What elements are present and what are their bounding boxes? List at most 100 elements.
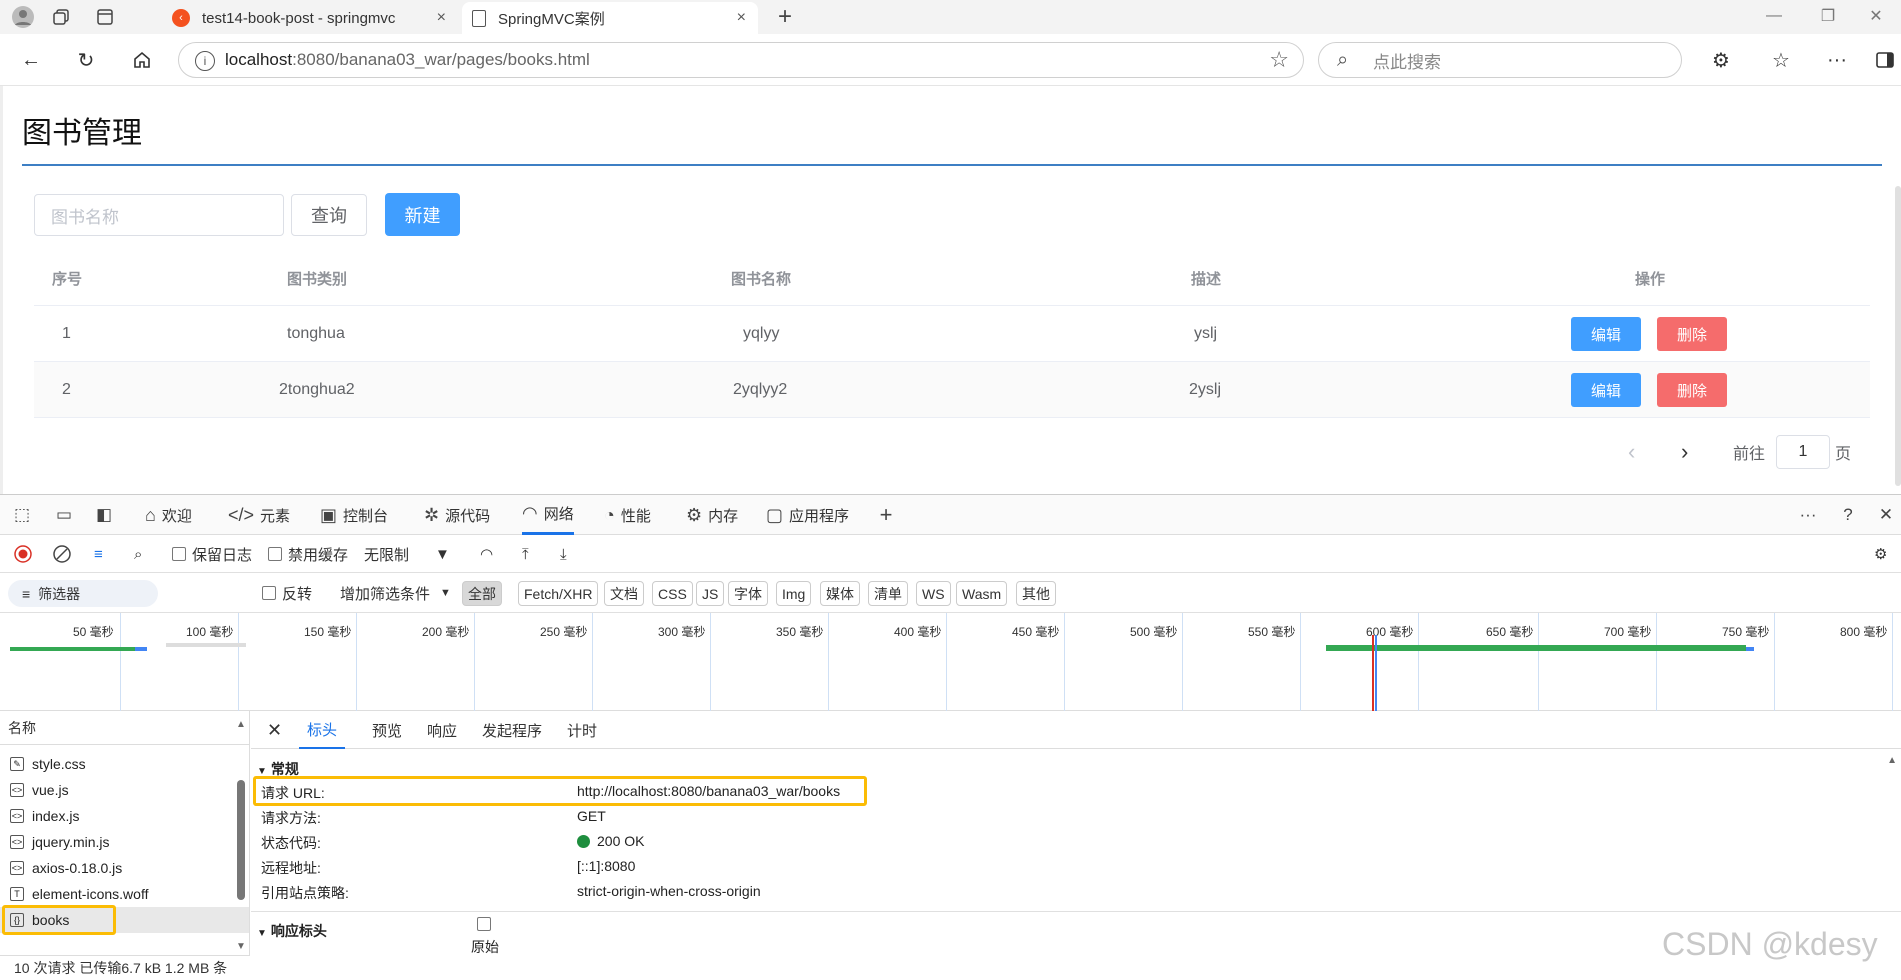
import-har-icon[interactable]: ⤒ — [522, 542, 529, 566]
filter-toggle-icon[interactable]: ≡ — [94, 542, 103, 566]
type-filter-other[interactable]: 其他 — [1016, 581, 1056, 606]
help-icon[interactable]: ? — [1836, 503, 1860, 527]
throttle-select[interactable]: 无限制 ▼ — [364, 542, 450, 566]
network-conditions-icon[interactable]: ◠ — [480, 542, 493, 566]
devtools-tab-welcome[interactable]: ⌂ 欢迎 — [145, 495, 192, 535]
page-number-input[interactable]: 1 — [1776, 435, 1830, 469]
request-item-jquery-js[interactable]: <> jquery.min.js — [0, 829, 249, 855]
type-filter-fetch-xhr[interactable]: Fetch/XHR — [518, 581, 599, 606]
script-file-icon: <> — [10, 809, 24, 823]
detail-tab-headers[interactable]: 标头 — [299, 711, 346, 749]
clear-icon[interactable] — [53, 542, 71, 566]
edit-button[interactable]: 编辑 — [1571, 373, 1641, 407]
close-tab-icon[interactable]: × — [737, 9, 746, 27]
request-item-font-woff[interactable]: Telement-icons.woff — [0, 881, 249, 907]
devtools-tab-memory[interactable]: ⚙ 内存 — [686, 495, 738, 535]
detail-tab-preview[interactable]: 预览 — [372, 711, 402, 749]
favorite-star-icon[interactable]: ☆ — [1269, 47, 1289, 73]
response-headers-section-header[interactable]: ▼ 响应标头 — [257, 921, 327, 941]
delete-button[interactable]: 删除 — [1657, 317, 1727, 351]
close-detail-icon[interactable]: ✕ — [267, 711, 282, 749]
export-har-icon[interactable]: ⤓ — [560, 542, 567, 566]
request-name: element-icons.woff — [32, 886, 149, 902]
invert-checkbox[interactable]: 反转 — [262, 581, 312, 605]
type-filter-img[interactable]: Img — [776, 581, 812, 606]
close-devtools-icon[interactable]: ✕ — [1874, 503, 1898, 527]
query-button[interactable]: 查询 — [291, 194, 367, 236]
book-name-search-input[interactable]: 图书名称 — [34, 194, 284, 236]
devtools-tab-performance[interactable]: ◔ 性能 — [604, 495, 651, 535]
profile-avatar-icon[interactable] — [10, 4, 36, 30]
record-stop-icon[interactable] — [14, 542, 32, 566]
tab-label: 控制台 — [343, 507, 389, 525]
more-filters-dropdown[interactable]: 增加筛选条件 ▼ — [340, 581, 451, 605]
devtools-tab-sources[interactable]: ✲ 源代码 — [424, 495, 490, 535]
favorites-icon[interactable]: ☆ — [1766, 45, 1796, 75]
collections-icon[interactable] — [48, 4, 74, 30]
device-emulation-icon[interactable]: ▭ — [52, 503, 76, 527]
refresh-icon[interactable]: ↻ — [71, 45, 101, 75]
close-window-icon[interactable]: ✕ — [1856, 4, 1896, 28]
network-timeline[interactable]: 50 毫秒 100 毫秒 150 毫秒 200 毫秒 250 毫秒 300 毫秒… — [0, 613, 1901, 711]
type-filter-js[interactable]: JS — [696, 581, 725, 606]
next-page-icon[interactable]: › — [1681, 435, 1688, 469]
restore-icon[interactable]: ❐ — [1808, 4, 1848, 28]
type-filter-font[interactable]: 字体 — [728, 581, 768, 606]
request-list-scrollbar[interactable]: ▼ — [236, 745, 246, 955]
type-filter-doc[interactable]: 文档 — [604, 581, 644, 606]
timeline-tick — [1418, 613, 1419, 711]
back-icon[interactable]: ← — [16, 45, 46, 75]
browser-tab-springmvc-case[interactable]: SpringMVC案例 × — [462, 2, 758, 34]
new-book-button[interactable]: 新建 — [385, 193, 460, 236]
extensions-icon[interactable]: ⚙ — [1706, 45, 1736, 75]
site-info-icon[interactable]: i — [195, 51, 215, 71]
table-row: 1 tonghua yqlyy yslj 编辑 删除 — [34, 306, 1870, 362]
preserve-log-checkbox[interactable]: 保留日志 — [172, 542, 252, 566]
browser-tab-springmvc-project[interactable]: ‹ test14-book-post - springmvc × — [162, 2, 458, 34]
type-filter-ws[interactable]: WS — [916, 581, 951, 606]
url-input[interactable]: i localhost:8080/banana03_war/pages/book… — [178, 42, 1304, 78]
request-item-style-css[interactable]: ✎ style.css — [0, 751, 249, 777]
detail-tab-initiator[interactable]: 发起程序 — [482, 711, 542, 749]
scroll-up-icon[interactable]: ▲ — [1887, 755, 1897, 766]
request-item-index-js[interactable]: <> index.js — [0, 803, 249, 829]
sidebar-toggle-icon[interactable] — [1870, 45, 1900, 75]
type-filter-media[interactable]: 媒体 — [820, 581, 860, 606]
dock-side-icon[interactable]: ◧ — [92, 503, 116, 527]
request-item-axios-js[interactable]: <> axios-0.18.0.js — [0, 855, 249, 881]
delete-button[interactable]: 删除 — [1657, 373, 1727, 407]
tab-actions-icon[interactable] — [92, 4, 118, 30]
detail-tab-timing[interactable]: 计时 — [567, 711, 597, 749]
devtools-tab-elements[interactable]: </> 元素 — [228, 495, 290, 535]
raw-checkbox[interactable] — [477, 917, 491, 931]
edit-button[interactable]: 编辑 — [1571, 317, 1641, 351]
type-filter-css[interactable]: CSS — [652, 581, 693, 606]
filter-input[interactable]: ≡ 筛选器 — [8, 580, 158, 607]
add-tool-icon[interactable]: + — [874, 502, 898, 527]
browser-search-input[interactable]: ⌕ 点此搜索 — [1318, 42, 1682, 78]
network-settings-gear-icon[interactable]: ⚙ — [1874, 542, 1887, 566]
home-icon[interactable] — [127, 45, 157, 75]
new-tab-button[interactable]: + — [772, 3, 798, 30]
type-filter-manifest[interactable]: 清单 — [868, 581, 908, 606]
page-scrollbar[interactable] — [1895, 186, 1901, 486]
disable-cache-checkbox[interactable]: 禁用缓存 — [268, 542, 348, 566]
close-tab-icon[interactable]: × — [437, 9, 446, 27]
type-filter-all[interactable]: 全部 — [462, 581, 502, 606]
detail-tab-response[interactable]: 响应 — [427, 711, 457, 749]
scroll-thumb[interactable] — [237, 780, 245, 900]
request-item-vue-js[interactable]: <> vue.js — [0, 777, 249, 803]
inspect-element-icon[interactable]: ⬚ — [10, 503, 34, 527]
prev-page-icon[interactable]: ‹ — [1628, 435, 1635, 469]
more-menu-icon[interactable]: ··· — [1822, 45, 1852, 75]
sort-up-icon[interactable]: ▲ — [236, 719, 246, 730]
more-tools-icon[interactable]: ··· — [1796, 503, 1820, 527]
type-filter-wasm[interactable]: Wasm — [956, 581, 1008, 606]
devtools-tab-application[interactable]: ▢ 应用程序 — [766, 495, 849, 535]
scroll-down-icon[interactable]: ▼ — [236, 941, 246, 952]
devtools-tab-network[interactable]: ◠ 网络 — [522, 495, 574, 535]
search-icon[interactable]: ⌕ — [134, 542, 142, 566]
minimize-icon[interactable]: — — [1754, 4, 1794, 28]
filter-icon: ≡ — [22, 585, 31, 602]
devtools-tab-console[interactable]: ▣ 控制台 — [320, 495, 388, 535]
